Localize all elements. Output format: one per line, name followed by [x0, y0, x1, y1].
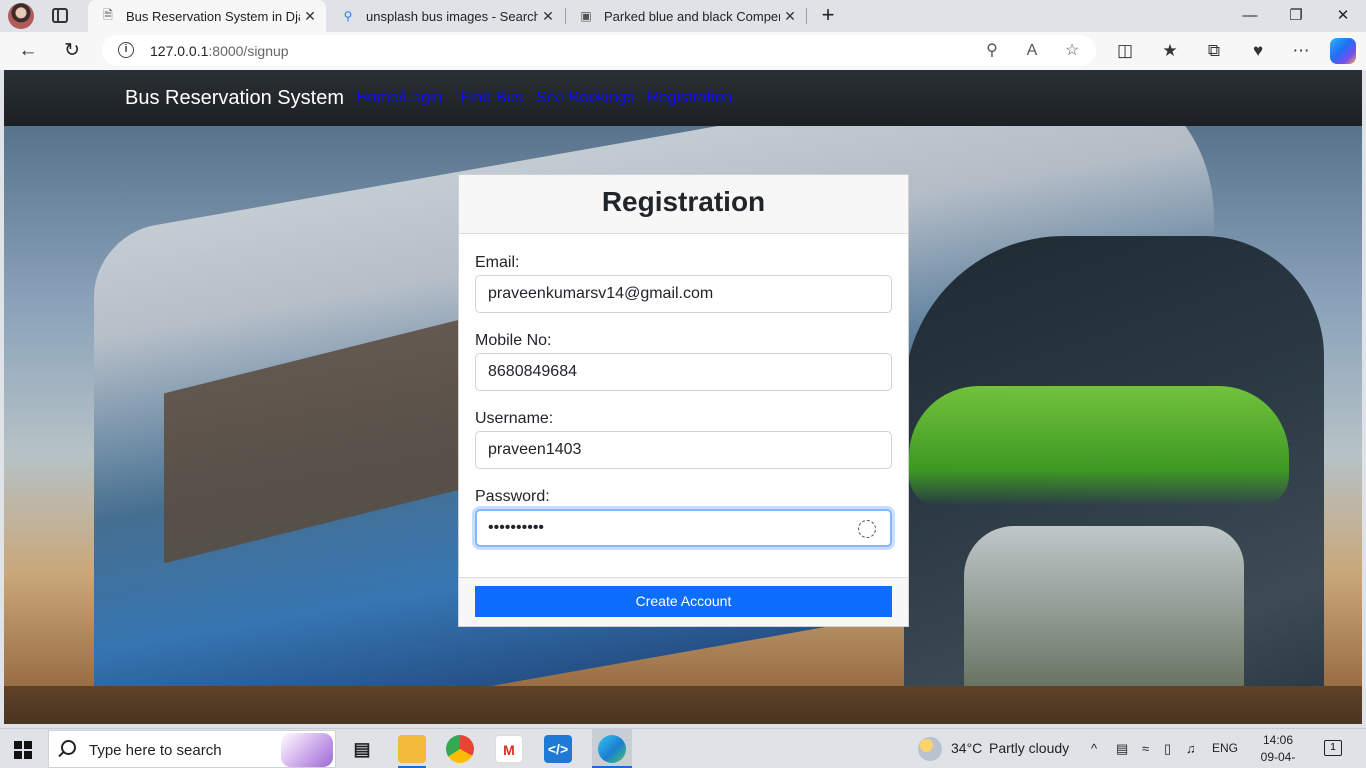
weather-condition[interactable]: Partly cloudy — [989, 740, 1069, 756]
file-explorer-icon[interactable] — [398, 735, 426, 763]
image-tab-icon: ▣ — [580, 9, 592, 23]
password-field[interactable]: •••••••••• — [475, 509, 892, 547]
create-account-button[interactable]: Create Account — [475, 586, 892, 617]
new-tab-button[interactable]: + — [816, 2, 840, 28]
nav-find-bus[interactable]: Find Bus — [460, 89, 523, 107]
clock-date: 09-04-2024 — [1260, 750, 1296, 768]
username-label: Username: — [475, 410, 554, 427]
page-icon: 🗎 — [103, 7, 113, 22]
browser-tab-bar: 🗎 Bus Reservation System in Djang ✕ ⚲ un… — [0, 0, 1366, 32]
wifi-icon[interactable]: ≈ — [1142, 741, 1149, 756]
password-manager-icon[interactable] — [858, 520, 876, 538]
tab-parked-bus[interactable]: ▣ Parked blue and black Compertu ✕ — [566, 0, 806, 32]
read-aloud-icon[interactable]: A — [1022, 41, 1042, 61]
username-field[interactable]: praveen1403 — [475, 431, 892, 469]
gmail-icon[interactable]: M — [495, 735, 523, 763]
vscode-icon[interactable]: </> — [544, 735, 572, 763]
page-viewport: Bus Reservation System Home/Login Find B… — [4, 70, 1362, 724]
clock-time: 14:06 — [1262, 733, 1294, 747]
tab-bus-reservation[interactable]: 🗎 Bus Reservation System in Djang ✕ — [88, 0, 326, 32]
favorites-icon[interactable]: ★ — [1159, 40, 1181, 62]
nav-registration[interactable]: Registration — [647, 89, 732, 107]
battery-icon[interactable]: ▯ — [1164, 741, 1171, 757]
password-key-icon[interactable]: ⚲ — [982, 41, 1002, 61]
volume-icon[interactable]: ♫ — [1186, 741, 1196, 756]
nav-home-login[interactable]: Home/Login — [356, 89, 442, 107]
tab-unsplash-search[interactable]: ⚲ unsplash bus images - Search ✕ — [328, 0, 564, 32]
search-icon — [61, 740, 76, 755]
password-label: Password: — [475, 488, 550, 505]
collections-icon[interactable]: ⧉ — [1203, 40, 1225, 62]
windows-taskbar: Type here to search ▤ M </> 34°C Partly … — [0, 728, 1366, 768]
browser-essentials-icon[interactable]: ♥ — [1247, 40, 1269, 62]
language-indicator[interactable]: ENG — [1212, 741, 1238, 755]
registration-card: Registration Email: praveenkumarsv14@gma… — [458, 174, 909, 627]
site-info-icon[interactable]: i — [118, 42, 134, 58]
close-window-button[interactable]: ✕ — [1320, 0, 1366, 32]
search-tab-icon: ⚲ — [343, 9, 353, 23]
mobile-label: Mobile No: — [475, 332, 552, 349]
meet-now-icon[interactable]: ▤ — [1116, 741, 1128, 757]
page-title: Registration — [601, 186, 766, 217]
edge-icon[interactable] — [598, 735, 626, 763]
taskbar-search-box[interactable]: Type here to search — [48, 730, 336, 768]
url-text[interactable]: 127.0.0.1:8000/signup — [150, 43, 289, 59]
tab-title: unsplash bus images - Search — [366, 8, 538, 24]
favorite-star-icon[interactable]: ☆ — [1062, 41, 1082, 61]
tab-actions-icon[interactable] — [52, 8, 68, 23]
email-field[interactable]: praveenkumarsv14@gmail.com — [475, 275, 892, 313]
close-tab-icon[interactable]: ✕ — [538, 8, 558, 25]
profile-avatar[interactable] — [8, 3, 34, 29]
chrome-icon[interactable] — [446, 735, 474, 763]
mobile-field[interactable]: 8680849684 — [475, 353, 892, 391]
email-label: Email: — [475, 254, 520, 271]
address-bar[interactable]: i 127.0.0.1:8000/signup ⚲ A ☆ — [102, 35, 1096, 66]
site-brand[interactable]: Bus Reservation System — [125, 87, 344, 110]
card-header: Registration — [459, 175, 908, 234]
tab-title: Parked blue and black Compertu — [604, 8, 780, 24]
weather-icon[interactable] — [918, 737, 942, 761]
back-button[interactable]: ← — [14, 39, 42, 63]
nav-see-bookings[interactable]: See Bookings — [536, 89, 635, 107]
ground-shape — [4, 686, 1362, 724]
weather-temperature[interactable]: 34°C — [951, 740, 982, 756]
tab-title: Bus Reservation System in Djang — [126, 8, 300, 24]
close-tab-icon[interactable]: ✕ — [780, 8, 800, 25]
minimize-button[interactable]: — — [1227, 0, 1273, 32]
split-screen-icon[interactable]: ◫ — [1114, 40, 1136, 62]
copilot-icon[interactable] — [1330, 38, 1356, 64]
search-highlight-art — [281, 733, 333, 767]
search-placeholder: Type here to search — [89, 742, 222, 759]
tray-chevron-up-icon[interactable]: ^ — [1091, 741, 1097, 756]
url-host: 127.0.0.1 — [150, 43, 209, 59]
tab-separator — [806, 8, 807, 24]
password-value: •••••••••• — [488, 519, 545, 536]
url-path: :8000/signup — [208, 43, 289, 59]
task-view-icon[interactable]: ▤ — [348, 735, 376, 763]
taskbar-clock[interactable]: 14:06 09-04-2024 — [1248, 732, 1308, 768]
more-menu-icon[interactable]: ⋯ — [1290, 40, 1312, 62]
windows-start-icon[interactable] — [14, 741, 32, 759]
notification-center-icon[interactable]: 1 — [1324, 740, 1342, 756]
site-navbar: Bus Reservation System Home/Login Find B… — [4, 70, 1362, 126]
close-tab-icon[interactable]: ✕ — [300, 8, 320, 25]
card-footer: Create Account — [459, 577, 908, 626]
refresh-button[interactable]: ↻ — [58, 39, 86, 63]
bus-green-stripe — [909, 386, 1289, 506]
restore-button[interactable]: ❐ — [1273, 0, 1319, 32]
